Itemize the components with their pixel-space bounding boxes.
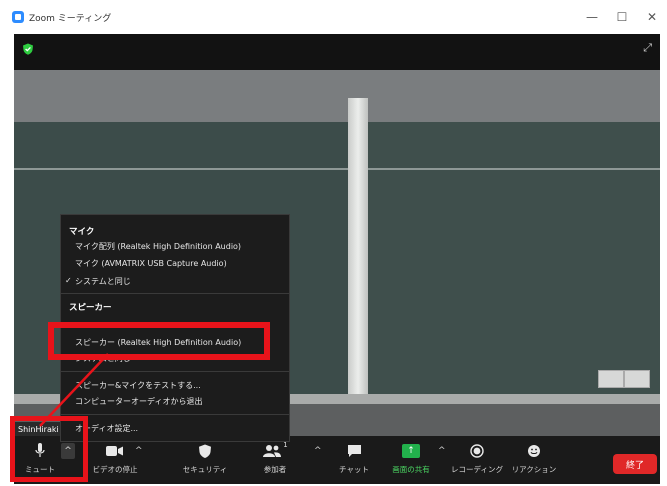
close-button[interactable]: ✕ <box>637 10 667 24</box>
window-title: Zoom ミーティング <box>29 13 112 24</box>
minimize-button[interactable]: — <box>577 10 607 24</box>
check-icon: ✓ <box>65 276 72 285</box>
share-options-caret[interactable]: ^ <box>438 446 446 456</box>
fullscreen-icon[interactable]: ⤢ <box>643 41 652 55</box>
video-options-caret[interactable]: ^ <box>135 446 143 456</box>
share-screen-button[interactable]: ↑ 画面の共有 <box>386 440 436 475</box>
participants-icon: 1 <box>252 440 298 462</box>
video-label: ビデオの停止 <box>92 465 138 474</box>
share-screen-icon-wrap: ↑ <box>386 440 436 462</box>
participants-button[interactable]: 1 参加者 <box>252 440 298 475</box>
mic-option[interactable]: マイク配列 (Realtek High Definition Audio) <box>75 241 241 252</box>
menu-divider <box>61 414 289 415</box>
annotation-highlight-speaker <box>48 322 270 360</box>
chat-button[interactable]: チャット <box>334 440 374 475</box>
encryption-shield-icon[interactable] <box>22 43 34 55</box>
speaker-heading: スピーカー <box>69 303 112 313</box>
microphone-heading: マイク <box>69 227 95 237</box>
share-screen-icon: ↑ <box>402 444 420 458</box>
reactions-button[interactable]: リアクション <box>510 440 558 475</box>
end-meeting-button[interactable]: 終了 <box>613 454 657 474</box>
meeting-top-bar: ⤢ <box>14 34 660 70</box>
mic-option-label: マイク配列 (Realtek High Definition Audio) <box>75 242 242 251</box>
zoom-app-icon <box>12 11 24 23</box>
security-button[interactable]: セキュリティ <box>180 440 230 475</box>
meeting-toolbar: ミュート ^ ビデオの停止 ^ セキュリティ 1 参加者 ^ チャット ↑ 画面… <box>14 436 660 484</box>
board-divider <box>348 98 368 430</box>
mic-option-selected[interactable]: ✓ システムと同じ <box>65 276 131 287</box>
security-label: セキュリティ <box>182 465 228 474</box>
test-audio-label: スピーカー&マイクをテストする... <box>75 381 201 390</box>
record-label: レコーディング <box>451 465 503 474</box>
chat-label: チャット <box>339 465 369 474</box>
window-controls: — ☐ ✕ <box>577 0 667 34</box>
menu-divider <box>61 293 289 294</box>
maximize-button[interactable]: ☐ <box>607 10 637 24</box>
chalkboard-line <box>14 168 660 170</box>
menu-divider <box>61 371 289 372</box>
participants-options-caret[interactable]: ^ <box>314 446 322 456</box>
chat-bubble-icon <box>334 440 374 462</box>
participant-count: 1 <box>283 441 288 449</box>
chalkboard-right <box>368 122 660 394</box>
leave-audio-label: コンピューターオーディオから退出 <box>75 397 203 406</box>
video-camera-icon <box>88 440 142 462</box>
record-button[interactable]: レコーディング <box>450 440 504 475</box>
test-audio-option[interactable]: スピーカー&マイクをテストする... <box>75 380 201 391</box>
mic-option-label: マイク (AVMATRIX USB Capture Audio) <box>75 259 227 268</box>
window-title-bar: Zoom ミーティング — ☐ ✕ <box>0 0 667 34</box>
participants-label: 参加者 <box>263 465 287 474</box>
reactions-label: リアクション <box>511 465 557 474</box>
mic-option[interactable]: マイク (AVMATRIX USB Capture Audio) <box>75 258 227 269</box>
record-icon <box>450 440 504 462</box>
security-shield-icon <box>180 440 230 462</box>
reaction-smiley-icon <box>510 440 558 462</box>
leave-computer-audio-option[interactable]: コンピューターオーディオから退出 <box>75 396 202 407</box>
eraser <box>624 370 650 388</box>
video-button[interactable]: ビデオの停止 <box>88 440 142 475</box>
mic-option-label: システムと同じ <box>75 277 131 286</box>
video-wall <box>14 70 660 122</box>
annotation-highlight-mute <box>10 416 88 482</box>
share-screen-label: 画面の共有 <box>392 465 430 474</box>
eraser <box>598 370 624 388</box>
